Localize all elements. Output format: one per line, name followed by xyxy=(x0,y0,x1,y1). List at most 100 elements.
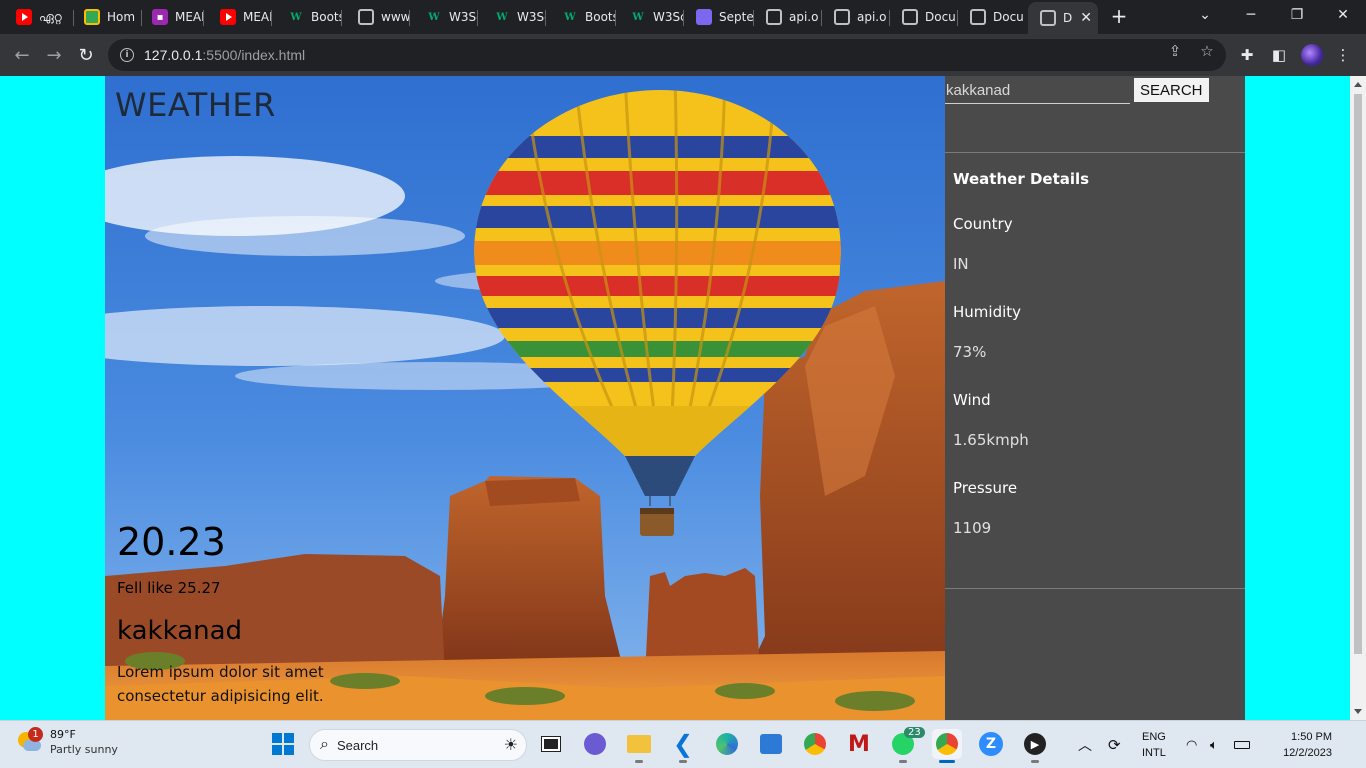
humidity-value: 73% xyxy=(953,343,987,361)
browser-tab-strip: ഏറ്റ Hom ▪ MEAI MEAI W Boots www. W W3Sc… xyxy=(0,0,1366,34)
close-tab-icon[interactable]: ✕ xyxy=(1080,10,1092,26)
battery-icon[interactable] xyxy=(1234,721,1250,768)
chrome-button[interactable] xyxy=(800,729,830,759)
meet-icon: ▪ xyxy=(152,9,168,25)
browser-tab[interactable]: Docu xyxy=(954,4,1026,30)
tab-search-chevron-icon[interactable]: ⌄ xyxy=(1182,0,1228,30)
play-icon: ▶ xyxy=(1024,733,1046,755)
globe-icon xyxy=(358,9,374,25)
wifi-icon[interactable]: ◠ xyxy=(1186,721,1197,768)
new-tab-button[interactable]: + xyxy=(1108,6,1130,28)
teams-chat-button[interactable] xyxy=(580,729,610,759)
side-panel-icon[interactable]: ◧ xyxy=(1268,44,1290,66)
sync-icon[interactable]: ⟳ xyxy=(1108,721,1121,768)
taskbar-clock[interactable]: 1:50 PM 12/2/2023 xyxy=(1262,729,1332,761)
browser-tab[interactable]: W Boots xyxy=(272,4,342,30)
menu-kebab-icon[interactable]: ⋮ xyxy=(1332,44,1354,66)
whatsapp-button[interactable]: 23 xyxy=(888,727,925,763)
partly-sunny-icon: 1 xyxy=(16,727,43,755)
page-scrollbar[interactable] xyxy=(1350,76,1366,720)
forward-arrow-icon[interactable]: → xyxy=(42,43,66,67)
store-button[interactable] xyxy=(756,729,786,759)
w3schools-icon: W xyxy=(632,11,644,23)
browser-tab[interactable]: W W3Sc xyxy=(478,4,546,30)
weather-widget[interactable]: 1 89°F Partly sunny xyxy=(16,727,118,757)
address-bar[interactable]: i 127.0.0.1:5500/index.html xyxy=(108,39,1226,71)
show-hidden-icons-chevron[interactable]: ︿ xyxy=(1078,721,1092,768)
browser-tab[interactable]: api.o xyxy=(750,4,822,30)
media-player-button[interactable]: ▶ xyxy=(1020,729,1050,763)
restore-button[interactable]: ❐ xyxy=(1274,0,1320,30)
weather-description: Lorem ipsum dolor sit amet consectetur a… xyxy=(117,663,324,705)
city-search-input[interactable] xyxy=(945,78,1130,104)
site-info-icon[interactable]: i xyxy=(120,48,134,62)
browser-tab-active[interactable]: D ✕ xyxy=(1028,2,1098,34)
pressure-value: 1109 xyxy=(953,519,992,537)
hero-background-image: WEATHER 20.23 Fell like 25.27 kakkanad L… xyxy=(105,76,945,720)
lang-line-1: ENG xyxy=(1142,731,1166,743)
edge-button[interactable] xyxy=(712,729,742,759)
file-explorer-button[interactable] xyxy=(624,729,654,763)
task-view-button[interactable] xyxy=(536,729,566,759)
mcafee-shield-icon: M xyxy=(848,731,870,757)
w3schools-icon: W xyxy=(564,11,576,23)
country-label: Country xyxy=(953,215,1013,233)
bookmark-star-icon[interactable]: ☆ xyxy=(1198,42,1216,60)
vscode-icon: ❮ xyxy=(672,730,694,758)
globe-icon xyxy=(902,9,918,25)
scroll-down-arrow-icon[interactable] xyxy=(1354,709,1362,714)
country-value: IN xyxy=(953,255,969,273)
tab-title: Hom xyxy=(107,10,136,24)
tab-title: D xyxy=(1063,11,1073,25)
zoom-button[interactable]: Z xyxy=(976,729,1006,759)
tab-title: W3Sc xyxy=(449,10,478,24)
search-icon: ⌕ xyxy=(320,736,329,753)
divider xyxy=(945,588,1245,589)
globe-icon xyxy=(834,9,850,25)
classroom-icon xyxy=(84,9,100,25)
tab-title: ഏറ്റ xyxy=(39,9,62,24)
browser-tab[interactable]: api.o xyxy=(818,4,890,30)
globe-icon xyxy=(766,9,782,25)
vscode-button[interactable]: ❮ xyxy=(668,729,698,763)
scroll-up-arrow-icon[interactable] xyxy=(1354,82,1362,87)
taskbar-search-box[interactable]: ⌕ Search ☀ xyxy=(309,729,527,761)
minimize-button[interactable]: ─ xyxy=(1228,0,1274,30)
input-language-indicator[interactable]: ENG INTL xyxy=(1142,729,1166,761)
start-button[interactable] xyxy=(268,729,298,759)
share-icon[interactable]: ⇪ xyxy=(1166,42,1184,60)
divider xyxy=(945,152,1245,153)
feels-like-text: Fell like 25.27 xyxy=(117,579,221,597)
w3schools-icon: W xyxy=(496,11,508,23)
browser-tab[interactable]: W W3Sc xyxy=(410,4,478,30)
zoom-icon: Z xyxy=(979,732,1003,756)
close-window-button[interactable]: ✕ xyxy=(1320,0,1366,30)
list-icon xyxy=(696,9,712,25)
details-heading: Weather Details xyxy=(953,170,1090,188)
wind-label: Wind xyxy=(953,391,991,409)
w3schools-icon: W xyxy=(428,11,440,23)
browser-tab[interactable]: W Boots xyxy=(546,4,616,30)
browser-tab[interactable]: ഏറ്റ xyxy=(0,4,74,30)
mcafee-button[interactable]: M xyxy=(844,729,874,759)
browser-tab[interactable]: ▪ MEAI xyxy=(136,4,204,30)
browser-tab[interactable]: Docu xyxy=(886,4,958,30)
reload-icon[interactable]: ↻ xyxy=(74,43,98,67)
volume-icon[interactable]: 🔈︎ xyxy=(1210,721,1218,768)
store-icon xyxy=(760,734,782,754)
browser-tab[interactable]: W W3Sc xyxy=(614,4,684,30)
scrollbar-thumb[interactable] xyxy=(1354,94,1362,654)
widget-condition: Partly sunny xyxy=(50,743,118,756)
profile-avatar[interactable] xyxy=(1301,44,1323,66)
browser-tab[interactable]: www. xyxy=(342,4,410,30)
search-button[interactable]: SEARCH xyxy=(1134,78,1209,102)
browser-tab[interactable]: Septe xyxy=(680,4,754,30)
back-arrow-icon[interactable]: ← xyxy=(10,43,34,67)
extensions-puzzle-icon[interactable]: ✚ xyxy=(1236,44,1258,66)
weather-details-panel: SEARCH Weather Details Country IN Humidi… xyxy=(945,76,1245,720)
tab-title: Boots xyxy=(585,10,616,24)
tab-title: www. xyxy=(381,10,410,24)
browser-tab[interactable]: Hom xyxy=(68,4,142,30)
browser-tab[interactable]: MEAI xyxy=(204,4,272,30)
chrome-profile-button[interactable] xyxy=(932,729,962,763)
